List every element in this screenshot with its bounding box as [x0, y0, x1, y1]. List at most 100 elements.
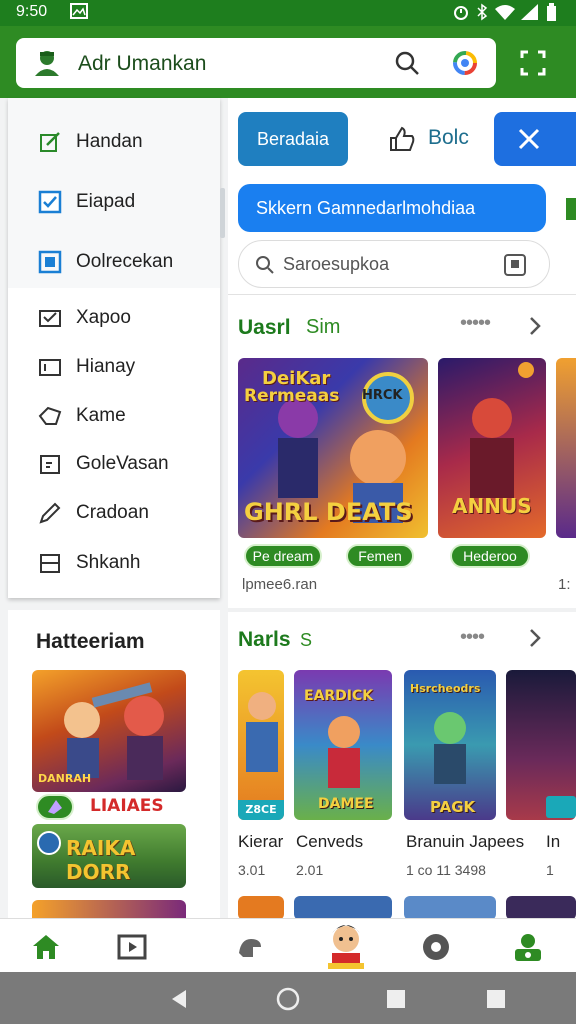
- game-tile-2-thumbnail[interactable]: EARDICK DAMEE: [294, 670, 392, 820]
- promo-bar[interactable]: Skkern Gamnedarlmohdiaa: [238, 184, 546, 232]
- game-art-text: EARDICK: [304, 688, 374, 704]
- home-icon[interactable]: [26, 927, 66, 967]
- status-time: 9:50: [16, 3, 48, 20]
- wifi-icon: [494, 3, 516, 25]
- search-icon[interactable]: [394, 50, 420, 81]
- account-avatar-icon[interactable]: [32, 48, 62, 83]
- divider: [228, 294, 576, 295]
- media-play-icon[interactable]: [112, 927, 152, 967]
- status-bar: 9:50: [0, 0, 576, 26]
- drawer-item-oolrecekan[interactable]: Oolrecekan: [8, 238, 220, 286]
- drawer-item-kame[interactable]: Kame: [8, 392, 220, 440]
- overview-icon[interactable]: [486, 989, 506, 1014]
- drawer-scrollbar[interactable]: [220, 188, 225, 238]
- game-tile-1-name: Kierar: [238, 832, 284, 851]
- drawer-item-label: Kame: [76, 405, 126, 426]
- game-card-3-thumbnail[interactable]: [556, 358, 576, 538]
- game-tile-3-thumbnail[interactable]: Hsrcheodrs PAGK: [404, 670, 496, 820]
- game-tile-3-name: Branuin Japees: [406, 832, 525, 851]
- app-search-bar[interactable]: Adr Umankan: [16, 38, 496, 88]
- game-tile-6-thumbnail[interactable]: [294, 896, 392, 920]
- chip-secondary[interactable]: Bolc: [428, 126, 469, 150]
- game-tile-7-thumbnail[interactable]: [404, 896, 496, 920]
- location-icon[interactable]: [416, 927, 456, 967]
- profile-icon[interactable]: [508, 927, 548, 967]
- home-circle-icon[interactable]: [276, 987, 300, 1016]
- battery-icon: [544, 3, 558, 27]
- games-icon[interactable]: [230, 927, 270, 967]
- game-tile-4-name: In: [546, 832, 561, 851]
- voice-box-icon[interactable]: [503, 253, 527, 277]
- recents-icon[interactable]: [386, 989, 406, 1014]
- side-game-thumbnail-2[interactable]: RAIKA DORR: [32, 824, 186, 888]
- game-tag-3[interactable]: Hederoo: [450, 544, 530, 568]
- drawer-item-xapoo[interactable]: Xapoo: [8, 294, 220, 342]
- pencil-icon: [38, 501, 62, 525]
- signal-icon: [520, 3, 540, 25]
- game-badge: [546, 796, 576, 818]
- section-1-title: Uasrl: [238, 316, 291, 339]
- mascot-icon[interactable]: [322, 921, 370, 971]
- game-tile-1-sub: 3.01: [238, 862, 266, 878]
- gallery-icon: [70, 3, 88, 23]
- calendar-icon: [38, 452, 62, 476]
- bluetooth-icon: [476, 3, 488, 25]
- side-game-caption: LIAIAES: [90, 796, 164, 816]
- drawer-item-cradoan[interactable]: Cradoan: [8, 489, 220, 537]
- side-game-badge[interactable]: [36, 794, 74, 820]
- section-2-title: Narls: [238, 628, 291, 651]
- game-tile-4-thumbnail[interactable]: [506, 670, 576, 820]
- drawer-item-eiapad[interactable]: Eiapad: [8, 178, 220, 226]
- main-content-panel: Beradaia Bolc Skkern Gamnedarlmohdiaa Sa…: [228, 98, 576, 920]
- divider: [228, 608, 576, 612]
- drawer-item-shkanh[interactable]: Shkanh: [8, 539, 220, 587]
- section-2-title-suffix: S: [300, 630, 313, 650]
- drawer-item-golevasan[interactable]: GoleVasan: [8, 440, 220, 488]
- game-tag-1[interactable]: Pe dream: [244, 544, 322, 568]
- square-icon: [38, 250, 62, 274]
- game-tile-2-sub: 2.01: [296, 862, 324, 878]
- scan-icon[interactable]: [520, 50, 546, 81]
- bottom-navigation: [0, 918, 576, 972]
- game-tag-2[interactable]: Femen: [346, 544, 414, 568]
- drawer-item-label: GoleVasan: [76, 453, 169, 474]
- search-input[interactable]: Saroesupkoa: [238, 240, 550, 288]
- more-dots-icon[interactable]: ••••: [460, 626, 485, 649]
- game-card-1-thumbnail[interactable]: DeiKar Rermeaas HRCK GHRL DEATS: [238, 358, 428, 538]
- game-art-text: RAIKA DORR: [66, 836, 136, 884]
- app-title: Adr Umankan: [78, 52, 207, 75]
- game-tile-3-sub: 1 co 11 3498: [406, 862, 486, 878]
- system-navigation-bar: [0, 972, 576, 1024]
- game-emblem-icon: [37, 831, 61, 855]
- close-icon: [518, 128, 540, 150]
- chip-primary[interactable]: Beradaia: [238, 112, 348, 166]
- google-lens-icon[interactable]: [452, 50, 478, 81]
- drawer-item-label: Eiapad: [76, 191, 136, 212]
- window-icon: [38, 355, 62, 379]
- game-card-2-thumbnail[interactable]: ANNUS: [438, 358, 546, 538]
- more-dots-icon[interactable]: •••••: [460, 312, 491, 335]
- game-tile-5-thumbnail[interactable]: [238, 896, 284, 920]
- mail-check-icon: [38, 306, 62, 330]
- app-bar: Adr Umankan: [0, 26, 576, 98]
- game-tile-2-name: Cenveds: [296, 832, 364, 851]
- game-art-text: DAMEE: [318, 796, 374, 812]
- game-tile-1-thumbnail[interactable]: Z8CE: [238, 670, 284, 820]
- back-icon[interactable]: [168, 988, 190, 1015]
- close-chip-button[interactable]: [494, 112, 576, 166]
- game-tile-4-sub: 1: [546, 862, 554, 878]
- side-game-thumbnail-1[interactable]: DANRAH: [32, 670, 186, 792]
- drawer-item-label: Shkanh: [76, 552, 141, 573]
- tag-icon: [38, 404, 62, 428]
- game-art-text: HRCK: [362, 388, 403, 403]
- search-icon: [256, 256, 274, 274]
- game-tile-8-thumbnail[interactable]: [506, 896, 576, 920]
- chevron-right-icon[interactable]: [528, 628, 542, 653]
- chevron-right-icon[interactable]: [528, 316, 542, 341]
- section-1-caption: lpmee6.ran: [242, 576, 318, 593]
- drawer-item-handan[interactable]: Handan: [8, 118, 220, 166]
- game-art-illustration: [246, 692, 278, 772]
- drawer-item-hianay[interactable]: Hianay: [8, 343, 220, 391]
- search-placeholder: Saroesupkoa: [283, 254, 390, 274]
- thumb-up-icon[interactable]: [388, 126, 416, 157]
